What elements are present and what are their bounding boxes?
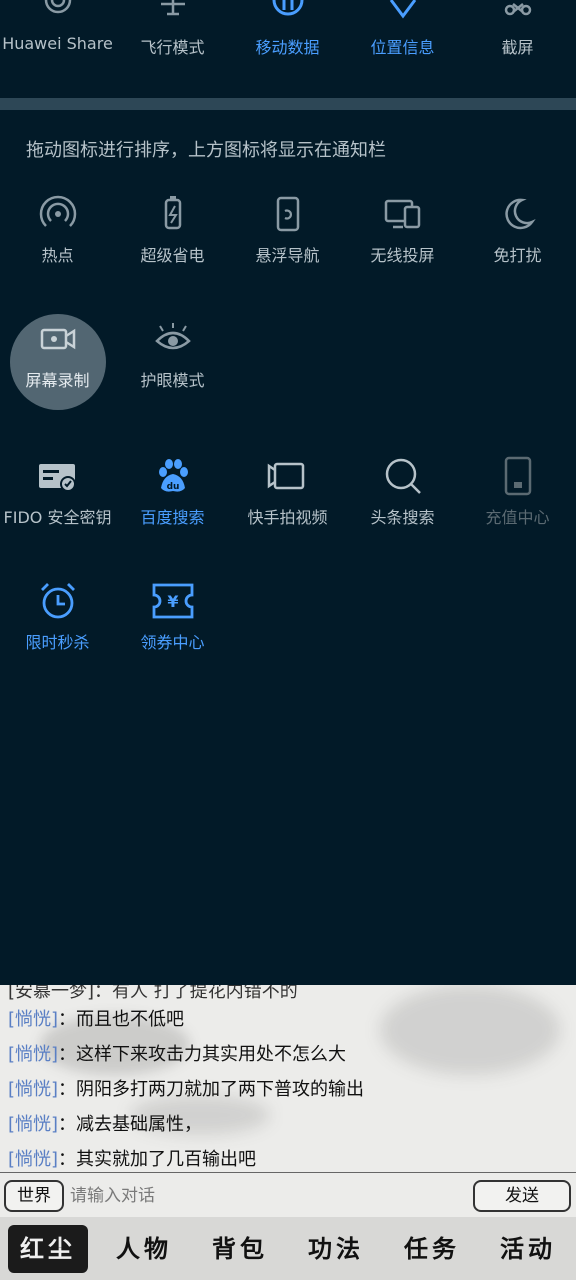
sort-hint-text: 拖动图标进行排序，上方图标将显示在通知栏 xyxy=(26,140,386,161)
chat-input[interactable] xyxy=(68,1181,462,1211)
bottom-nav: 红尘 人物 背包 功法 任务 活动 xyxy=(0,1217,576,1280)
nav-item-skills[interactable]: 功法 xyxy=(288,1217,384,1280)
nav-item-tasks[interactable]: 任务 xyxy=(384,1217,480,1280)
chat-text: ：这样下来攻击力其实用处不怎么大 xyxy=(58,1044,347,1065)
fido-key-icon xyxy=(38,464,76,492)
tile-location[interactable]: 位置信息 xyxy=(345,0,460,58)
tile-do-not-disturb[interactable]: 免打扰 xyxy=(460,192,575,266)
screen-record-icon xyxy=(40,328,75,350)
tile-label: 截屏 xyxy=(501,38,534,57)
tile-label: 护眼模式 xyxy=(140,371,205,390)
chat-text: ：其实就加了几百输出吧 xyxy=(58,1149,257,1170)
alarm-clock-icon xyxy=(40,583,75,619)
recharge-icon xyxy=(504,456,531,496)
chat-line: [惝恍]：减去基础属性， xyxy=(8,1110,202,1136)
screenshot-icon xyxy=(504,3,531,16)
ink-decoration xyxy=(380,985,560,1075)
nav-item-bag[interactable]: 背包 xyxy=(192,1217,288,1280)
tile-label: 充值中心 xyxy=(485,508,550,527)
tile-label: 免打扰 xyxy=(493,246,542,265)
baidu-paw-icon: du xyxy=(158,459,188,492)
tile-label: 飞行模式 xyxy=(140,38,205,57)
chat-text: ：减去基础属性， xyxy=(58,1114,203,1135)
tile-recharge-center[interactable]: 充值中心 xyxy=(460,454,575,528)
tile-label: 悬浮导航 xyxy=(255,246,320,265)
huawei-share-icon xyxy=(44,0,71,14)
svg-text:¥: ¥ xyxy=(167,592,178,611)
channel-world-button[interactable]: 世界 xyxy=(4,1180,64,1212)
tile-label: 无线投屏 xyxy=(370,246,435,265)
chat-line-partial: [安慕一梦]：有人 打了提花内错不的 xyxy=(8,985,298,1002)
moon-icon xyxy=(504,198,536,230)
tile-label: 快手拍视频 xyxy=(247,508,328,527)
chat-sender[interactable]: [惝恍] xyxy=(8,1114,58,1135)
chat-sender[interactable]: [惝恍] xyxy=(8,1044,58,1065)
chat-line: [惝恍]：而且也不低吧 xyxy=(8,1005,184,1031)
tile-screen-record[interactable]: 屏幕录制 xyxy=(0,317,115,391)
panel-divider xyxy=(0,98,576,110)
mobile-data-icon xyxy=(272,0,303,16)
search-icon xyxy=(385,458,421,494)
tile-label: 热点 xyxy=(41,246,74,265)
tile-baidu-search[interactable]: du 百度搜索 xyxy=(115,454,230,528)
nav-item-character[interactable]: 人物 xyxy=(96,1217,192,1280)
tile-label: 限时秒杀 xyxy=(25,633,90,652)
quick-settings-edit-panel: Huawei Share 飞行模式 移动数据 位置信息 截屏 拖动图标进行排序，… xyxy=(0,0,576,985)
tile-huawei-share[interactable]: Huawei Share xyxy=(0,0,115,53)
tile-mobile-data[interactable]: 移动数据 xyxy=(230,0,345,58)
chat-line: [惝恍]：其实就加了几百输出吧 xyxy=(8,1145,256,1171)
send-button[interactable]: 发送 xyxy=(473,1180,571,1212)
tile-label: 超级省电 xyxy=(140,246,205,265)
tile-label: Huawei Share xyxy=(2,34,113,53)
tile-flash-sale[interactable]: 限时秒杀 xyxy=(0,579,115,653)
tile-screenshot[interactable]: 截屏 xyxy=(460,0,575,58)
chat-text: ：阴阳多打两刀就加了两下普攻的输出 xyxy=(58,1079,365,1100)
tile-hotspot[interactable]: 热点 xyxy=(0,192,115,266)
tile-label: FIDO 安全密钥 xyxy=(3,508,112,527)
chat-sender[interactable]: [惝恍] xyxy=(8,1009,58,1030)
tile-floating-nav[interactable]: 悬浮导航 xyxy=(230,192,345,266)
tile-toutiao-search[interactable]: 头条搜索 xyxy=(345,454,460,528)
tile-label: 移动数据 xyxy=(255,38,320,57)
tile-label: 位置信息 xyxy=(370,38,435,57)
wireless-projection-icon xyxy=(384,199,420,229)
tile-wireless-projection[interactable]: 无线投屏 xyxy=(345,192,460,266)
chat-line: [惝恍]：这样下来攻击力其实用处不怎么大 xyxy=(8,1040,346,1066)
tile-label: 百度搜索 xyxy=(140,508,205,527)
svg-text:du: du xyxy=(166,482,179,492)
game-area: [安慕一梦]：有人 打了提花内错不的 [惝恍]：而且也不低吧 [惝恍]：这样下来… xyxy=(0,985,576,1280)
hotspot-icon xyxy=(39,195,76,227)
chat-input-row: 世界 发送 xyxy=(0,1172,576,1218)
kuaishou-video-icon xyxy=(267,462,304,490)
airplane-icon xyxy=(160,0,185,16)
tile-battery-saver[interactable]: 超级省电 xyxy=(115,192,230,266)
tile-coupon-center[interactable]: ¥ 领券中心 xyxy=(115,579,230,653)
chat-text: ：而且也不低吧 xyxy=(58,1009,185,1030)
tile-kuaishou-video[interactable]: 快手拍视频 xyxy=(230,454,345,528)
chat-sender[interactable]: [惝恍] xyxy=(8,1079,58,1100)
tile-label: 屏幕录制 xyxy=(25,371,90,390)
chat-line: [惝恍]：阴阳多打两刀就加了两下普攻的输出 xyxy=(8,1075,364,1101)
chat-sender[interactable]: [惝恍] xyxy=(8,1149,58,1170)
tile-airplane-mode[interactable]: 飞行模式 xyxy=(115,0,230,58)
eye-comfort-icon xyxy=(154,323,191,350)
location-icon xyxy=(389,0,416,19)
battery-saver-icon xyxy=(164,196,181,230)
nav-item-hongchen[interactable]: 红尘 xyxy=(0,1217,96,1280)
tile-eye-comfort[interactable]: 护眼模式 xyxy=(115,317,230,391)
tile-label: 领券中心 xyxy=(140,633,205,652)
tile-label: 头条搜索 xyxy=(370,508,435,527)
tile-fido-key[interactable]: FIDO 安全密钥 xyxy=(0,454,115,528)
floating-nav-icon xyxy=(276,196,299,232)
coupon-icon: ¥ xyxy=(152,583,193,619)
nav-item-events[interactable]: 活动 xyxy=(480,1217,576,1280)
